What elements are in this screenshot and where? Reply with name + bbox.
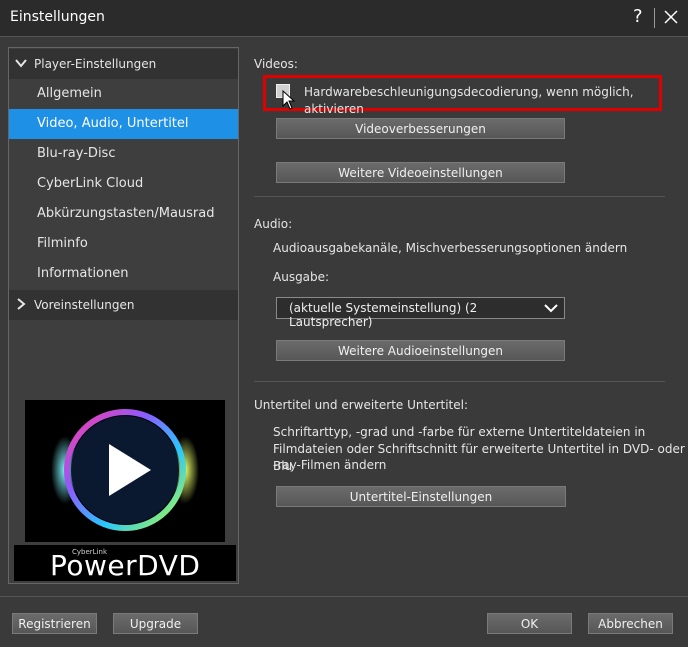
audio-output-select[interactable]: (aktuelle Systemeinstellung) (2 Lautspre…	[276, 297, 565, 329]
sidebar-item-label: Informationen	[37, 266, 129, 281]
section-divider	[254, 196, 665, 197]
sidebar-item-information[interactable]: Informationen	[9, 259, 238, 289]
upgrade-button[interactable]: Upgrade	[113, 613, 198, 634]
output-label: Ausgabe:	[273, 270, 330, 284]
settings-sidebar: Player-Einstellungen Allgemein Video, Au…	[8, 47, 239, 584]
video-enhancements-button[interactable]: Videoverbesserungen	[276, 118, 565, 139]
title-divider	[0, 36, 688, 37]
sidebar-item-video-audio-subtitles[interactable]: Video, Audio, Untertitel	[9, 109, 238, 139]
sidebar-item-movie-info[interactable]: Filminfo	[9, 229, 238, 259]
group-presets[interactable]: Voreinstellungen	[9, 290, 238, 320]
ok-button[interactable]: OK	[487, 613, 572, 634]
sidebar-item-general[interactable]: Allgemein	[9, 79, 238, 109]
close-icon[interactable]	[663, 9, 679, 25]
audio-heading: Audio:	[254, 217, 293, 231]
sidebar-item-label: CyberLink Cloud	[37, 176, 144, 191]
videos-heading: Videos:	[254, 57, 298, 71]
subtitles-description-line-1: Schriftarttyp, -grad und -farbe für exte…	[273, 425, 646, 439]
more-audio-settings-button[interactable]: Weitere Audioeinstellungen	[276, 340, 565, 361]
help-icon[interactable]: ?	[633, 6, 643, 27]
chevron-right-icon	[17, 298, 26, 310]
group-label: Player-Einstellungen	[34, 57, 157, 71]
section-divider	[254, 381, 665, 382]
audio-description: Audioausgabekanäle, Mischverbesserungsop…	[273, 241, 628, 255]
sidebar-item-label: Filminfo	[37, 236, 88, 251]
subtitle-settings-button[interactable]: Untertitel-Einstellungen	[276, 486, 566, 507]
cancel-button[interactable]: Abbrechen	[588, 613, 673, 634]
sidebar-item-bluray-disc[interactable]: Blu-ray-Disc	[9, 139, 238, 169]
footer-divider	[0, 596, 688, 597]
subtitles-heading: Untertitel und erweiterte Untertitel:	[254, 398, 469, 412]
chevron-down-icon	[544, 304, 558, 313]
sidebar-item-label: Video, Audio, Untertitel	[37, 116, 189, 131]
sidebar-item-shortcuts[interactable]: Abkürzungstasten/Mausrad	[9, 199, 238, 229]
group-label: Voreinstellungen	[34, 298, 135, 312]
sidebar-item-label: Abkürzungstasten/Mausrad	[37, 206, 215, 221]
title-separator	[654, 8, 655, 28]
window-title: Einstellungen	[10, 9, 105, 25]
brand-bar: CyberLink PowerDVD	[14, 545, 236, 582]
sidebar-item-label: Allgemein	[37, 86, 102, 101]
hw-decoding-label: Hardwarebeschleunigungsdecodierung, wenn…	[304, 85, 634, 116]
mouse-cursor-icon	[282, 90, 296, 110]
brand-name: PowerDVD	[50, 549, 201, 582]
powerdvd-logo	[25, 400, 225, 542]
title-bar: Einstellungen ?	[0, 0, 688, 36]
sidebar-item-cyberlink-cloud[interactable]: CyberLink Cloud	[9, 169, 238, 199]
chevron-down-icon	[15, 59, 27, 68]
subtitles-description-line-3: -ray-Filmen ändern	[273, 458, 387, 472]
audio-output-value: (aktuelle Systemeinstellung) (2 Lautspre…	[289, 301, 478, 329]
sidebar-item-label: Blu-ray-Disc	[37, 146, 116, 161]
register-button[interactable]: Registrieren	[12, 613, 97, 634]
more-video-settings-button[interactable]: Weitere Videoeinstellungen	[276, 162, 565, 183]
group-player-settings[interactable]: Player-Einstellungen	[9, 49, 238, 79]
